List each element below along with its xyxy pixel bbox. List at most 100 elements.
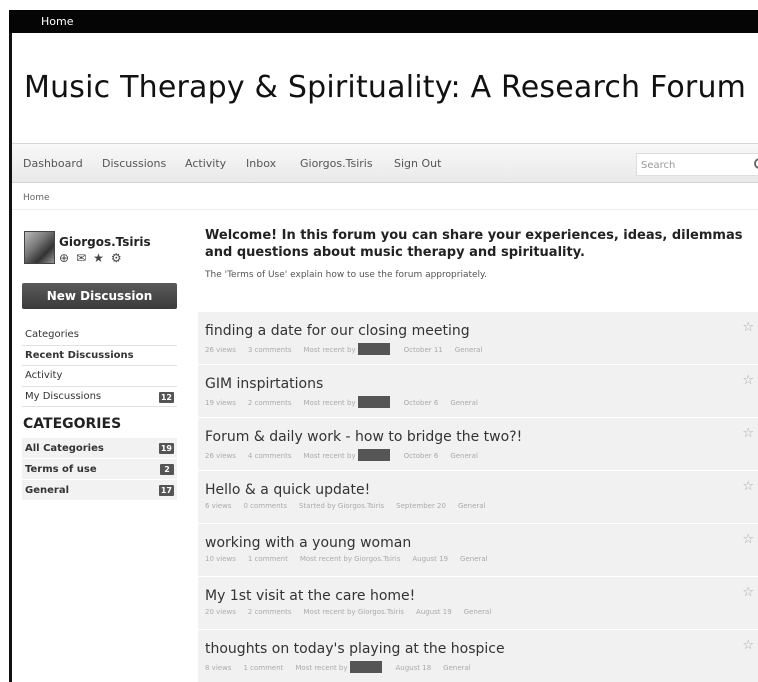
count-badge: 2 [160,464,174,475]
discussion-date: October 11 [403,346,443,354]
discussion-date: August 19 [412,555,449,563]
discussion-row[interactable]: Forum & daily work - how to bridge the t… [198,418,758,471]
discussion-category[interactable]: General [455,346,483,354]
discussion-category[interactable]: General [450,452,478,460]
discussion-row[interactable]: thoughts on today's playing at the hospi… [198,630,758,682]
sidebar-item-recent-discussions[interactable]: Recent Discussions [22,346,177,366]
discussion-meta: 10 views 1 comment Most recent by Giorgos.… [205,555,500,563]
discussion-row[interactable]: working with a young woman 10 views 1 com… [198,524,758,577]
bookmark-star-icon[interactable]: ☆ [742,479,754,494]
discussion-date: October 6 [403,452,439,460]
discussion-date: August 19 [416,608,452,616]
discussion-meta: 26 views 3 comments Most recent by October … [205,343,494,355]
breadcrumb[interactable]: Home [23,193,50,203]
discussion-title[interactable]: My 1st visit at the care home! [205,588,415,604]
discussion-category[interactable]: General [460,555,488,563]
discussion-category[interactable]: General [450,399,478,407]
recent-by: Most recent by [303,452,356,460]
category-label: All Categories [25,443,104,454]
discussion-date: October 6 [403,399,439,407]
views-count: 6 views [205,502,232,510]
page-border [9,10,12,682]
bookmark-star-icon[interactable]: ☆ [742,426,754,441]
recent-by: Most recent by [303,399,356,407]
main-nav: Dashboard Discussions Activity Inbox Gio… [12,143,758,183]
discussion-category[interactable]: General [464,608,492,616]
discussion-title[interactable]: thoughts on today's playing at the hospi… [205,641,505,657]
views-count: 10 views [205,555,236,563]
bookmark-star-icon[interactable]: ☆ [742,585,754,600]
discussion-title[interactable]: Forum & daily work - how to bridge the t… [205,429,522,445]
discussion-meta: 26 views 4 comments Most recent by October … [205,449,490,461]
count-badge: 19 [158,443,174,454]
discussion-title[interactable]: GIM inspirtations [205,376,323,392]
sidebar-item-categories[interactable]: Categories [22,325,177,346]
nav-sign-out[interactable]: Sign Out [394,157,441,170]
site-title: Music Therapy & Spirituality: A Research… [24,70,747,105]
redacted-name [349,661,382,673]
count-badge: 17 [158,485,174,496]
recent-by: Most recent by [303,346,356,354]
discussion-title[interactable]: finding a date for our closing meeting [205,323,470,339]
bookmark-star-icon[interactable]: ☆ [742,373,754,388]
discussion-title[interactable]: Hello & a quick update! [205,482,370,498]
discussion-row[interactable]: Hello & a quick update! 6 views 0 comment… [198,471,758,524]
nav-profile[interactable]: Giorgos.Tsiris [300,157,373,170]
search-input[interactable] [641,157,741,173]
nav-inbox[interactable]: Inbox [246,157,276,170]
divider [12,209,758,210]
category-terms-of-use[interactable]: Terms of use 2 [22,459,177,480]
comments-count: 2 comments [247,399,292,407]
user-icon-bar: ⊕ ✉ ★ ⚙ [59,251,129,265]
discussion-category[interactable]: General [443,664,471,672]
welcome-message: Welcome! In this forum you can share you… [205,228,743,260]
discussion-date: August 18 [395,664,432,672]
discussion-list: finding a date for our closing meeting 2… [198,312,758,682]
nav-dashboard[interactable]: Dashboard [23,157,83,170]
sidebar-nav: Categories Recent Discussions Activity M… [22,325,177,407]
envelope-icon[interactable]: ✉ [76,251,86,265]
category-all[interactable]: All Categories 19 [22,438,177,459]
username[interactable]: Giorgos.Tsiris [59,235,151,249]
discussion-meta: 19 views 2 comments Most recent by October … [205,396,490,408]
discussion-row[interactable]: GIM inspirtations 19 views 2 comments Most… [198,365,758,418]
bookmark-star-icon[interactable]: ☆ [742,320,754,335]
recent-by: Most recent by [295,664,348,672]
search-icon[interactable] [753,157,758,173]
category-general[interactable]: General 17 [22,480,177,501]
views-count: 19 views [205,399,236,407]
categories-heading: CATEGORIES [23,416,122,432]
sidebar-item-my-discussions[interactable]: My Discussions 12 [22,387,177,407]
discussion-meta: 20 views 2 comments Most recent by Giorgos… [205,608,503,616]
comments-count: 3 comments [247,346,292,354]
home-link[interactable]: Home [41,15,73,28]
category-label: General [25,485,69,496]
recent-by: Most recent by Giorgos.Tsiris [303,608,405,616]
avatar[interactable] [24,231,55,264]
globe-icon[interactable]: ⊕ [59,251,69,265]
category-list: All Categories 19 Terms of use 2 General 17 [22,438,177,501]
recent-by: Started by Giorgos.Tsiris [299,502,385,510]
bookmark-star-icon[interactable]: ☆ [742,532,754,547]
discussion-row[interactable]: My 1st visit at the care home! 20 views 2… [198,577,758,630]
new-discussion-button[interactable]: New Discussion [22,283,177,309]
views-count: 26 views [205,346,236,354]
discussion-meta: 6 views 0 comments Started by Giorgos.Tsir… [205,502,498,510]
sidebar-item-activity[interactable]: Activity [22,366,177,387]
discussion-meta: 8 views 1 comment Most recent by August 18 G… [205,661,483,673]
gear-icon[interactable]: ⚙ [111,251,122,265]
discussion-category[interactable]: General [458,502,486,510]
comments-count: 0 comments [243,502,288,510]
redacted-name [357,343,390,355]
star-icon[interactable]: ★ [93,251,104,265]
sidebar-item-label: My Discussions [25,390,102,402]
comments-count: 1 comment [247,555,288,563]
bookmark-star-icon[interactable]: ☆ [742,638,754,653]
nav-activity[interactable]: Activity [185,157,226,170]
search-box [636,153,758,176]
discussion-title[interactable]: working with a young woman [205,535,411,551]
discussion-row[interactable]: finding a date for our closing meeting 2… [198,312,758,365]
sidebar-item-label: Recent Discussions [25,349,134,361]
nav-discussions[interactable]: Discussions [102,157,166,170]
comments-count: 2 comments [247,608,292,616]
